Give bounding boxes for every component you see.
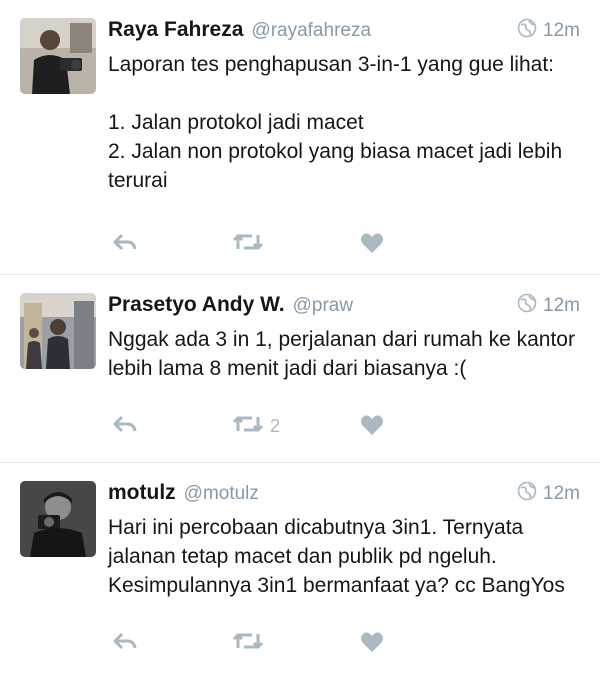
reply-button[interactable]	[112, 631, 138, 656]
retweet-button[interactable]	[232, 631, 270, 656]
avatar[interactable]	[20, 481, 96, 557]
author-name[interactable]: Raya Fahreza	[108, 18, 243, 42]
timestamp[interactable]: 12m	[543, 295, 580, 317]
heart-icon	[360, 232, 384, 259]
reply-icon	[112, 232, 138, 257]
author-name[interactable]: motulz	[108, 481, 176, 505]
reply-button[interactable]	[112, 232, 138, 257]
retweet-button[interactable]: 2	[232, 414, 280, 439]
retweet-count: 2	[270, 416, 281, 436]
reply-button[interactable]	[112, 414, 138, 439]
tweet[interactable]: Raya Fahreza @rayafahreza 12m Laporan te…	[0, 0, 600, 275]
heart-icon	[360, 414, 384, 441]
author-name[interactable]: Prasetyo Andy W.	[108, 293, 285, 317]
retweet-icon	[232, 631, 264, 656]
avatar[interactable]	[20, 18, 96, 94]
timestamp[interactable]: 12m	[543, 20, 580, 42]
tweet-actions: 2	[112, 414, 600, 438]
like-button[interactable]	[360, 232, 390, 259]
globe-icon	[517, 293, 537, 319]
timeline: Raya Fahreza @rayafahreza 12m Laporan te…	[0, 0, 600, 680]
tweet-meta: 12m	[517, 293, 580, 319]
like-button[interactable]	[360, 414, 390, 441]
retweet-icon	[232, 414, 264, 439]
globe-icon	[517, 18, 537, 44]
tweet-meta: 12m	[517, 18, 580, 44]
retweet-button[interactable]	[232, 232, 270, 257]
tweet-actions	[112, 232, 600, 256]
avatar[interactable]	[20, 293, 96, 369]
timestamp[interactable]: 12m	[543, 483, 580, 505]
globe-icon	[517, 481, 537, 507]
author-handle[interactable]: @rayafahreza	[251, 20, 371, 42]
like-button[interactable]	[360, 631, 390, 658]
tweet-meta: 12m	[517, 481, 580, 507]
tweet-text: Hari ini percobaan dicabutnya 3in1. Tern…	[108, 516, 565, 597]
author-handle[interactable]: @praw	[293, 295, 353, 317]
reply-icon	[112, 414, 138, 439]
tweet[interactable]: motulz @motulz 12m Hari ini percobaan di…	[0, 463, 600, 680]
reply-icon	[112, 631, 138, 656]
tweet-actions	[112, 631, 600, 655]
author-handle[interactable]: @motulz	[184, 483, 259, 505]
retweet-icon	[232, 232, 264, 257]
tweet-text: Laporan tes penghapusan 3-in-1 yang gue …	[108, 53, 563, 192]
tweet-text: Nggak ada 3 in 1, perjalanan dari rumah …	[108, 328, 581, 380]
tweet[interactable]: Prasetyo Andy W. @praw 12m Nggak ada 3 i…	[0, 275, 600, 463]
heart-icon	[360, 631, 384, 658]
